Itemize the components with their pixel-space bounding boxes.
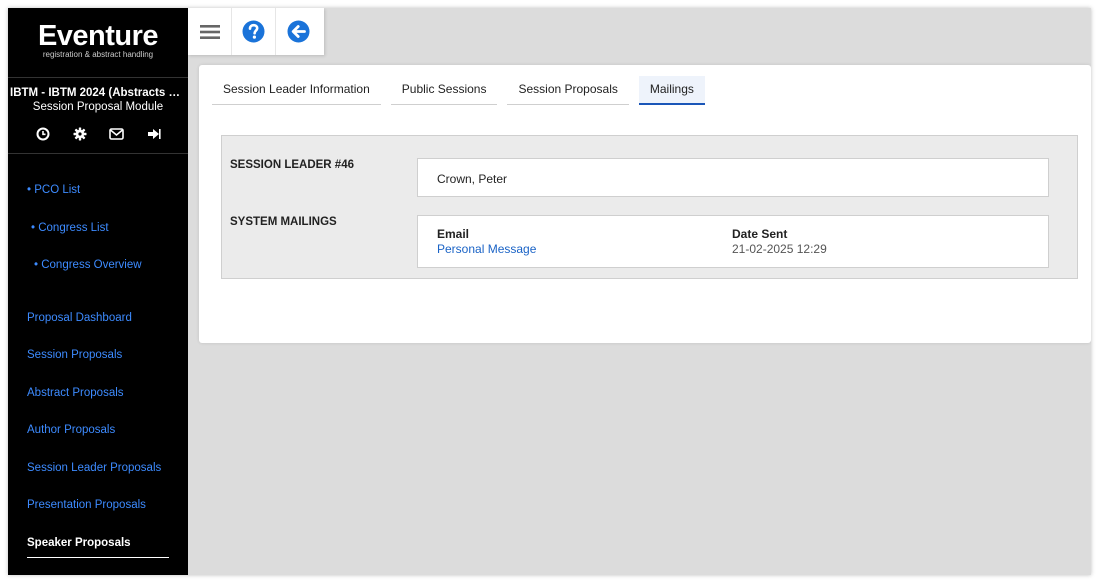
menu-icon xyxy=(199,24,220,39)
mailings-box: Email Personal Message Date Sent 21-02-2… xyxy=(417,215,1049,268)
tab-bar: Session Leader Information Public Sessio… xyxy=(212,76,715,105)
help-button[interactable] xyxy=(232,8,276,55)
system-mailings-label: SYSTEM MAILINGS xyxy=(230,216,337,228)
nav-presentation-proposals[interactable]: Presentation Proposals xyxy=(27,499,146,511)
nav-pco-list[interactable]: • PCO List xyxy=(27,184,80,196)
back-button[interactable] xyxy=(276,8,320,55)
date-sent-header: Date Sent xyxy=(732,227,788,241)
email-column: Email Personal Message xyxy=(437,227,536,256)
date-sent-value: 21-02-2025 12:29 xyxy=(732,242,827,256)
session-leader-label: SESSION LEADER #46 xyxy=(230,159,354,171)
nav-session-leader-proposals[interactable]: Session Leader Proposals xyxy=(27,462,161,474)
logo-tagline: registration & abstract handling xyxy=(42,50,154,59)
toolbar xyxy=(188,8,324,55)
email-link[interactable]: Personal Message xyxy=(437,242,536,256)
nav-congress-list[interactable]: • Congress List xyxy=(31,222,109,234)
gear-icon[interactable] xyxy=(72,127,87,142)
nav-session-proposals[interactable]: Session Proposals xyxy=(27,349,122,361)
logo: Eventure registration & abstract handlin… xyxy=(8,8,188,78)
envelope-icon[interactable] xyxy=(109,127,124,142)
tab-public-sessions[interactable]: Public Sessions xyxy=(390,76,498,105)
help-icon xyxy=(242,20,265,43)
nav-proposal-dashboard[interactable]: Proposal Dashboard xyxy=(27,312,132,324)
event-title: IBTM - IBTM 2024 (Abstracts & Par... xyxy=(10,87,188,99)
active-nav-underline xyxy=(27,557,169,558)
app-window: Eventure registration & abstract handlin… xyxy=(8,8,1091,575)
sidebar-icon-row xyxy=(8,125,188,143)
clock-icon[interactable] xyxy=(35,127,50,142)
logo-name: Eventure xyxy=(37,20,159,52)
sign-out-icon[interactable] xyxy=(146,127,161,142)
main-panel: Session Leader Information Public Sessio… xyxy=(199,65,1091,343)
date-sent-column: Date Sent 21-02-2025 12:29 xyxy=(732,227,827,256)
nav-speaker-proposals[interactable]: Speaker Proposals xyxy=(27,537,131,549)
sidebar-divider xyxy=(8,153,188,154)
tab-session-leader-information[interactable]: Session Leader Information xyxy=(212,76,381,105)
tab-mailings[interactable]: Mailings xyxy=(638,76,705,105)
back-arrow-icon xyxy=(287,20,309,43)
session-leader-box: Crown, Peter xyxy=(417,158,1049,197)
nav-congress-overview[interactable]: • Congress Overview xyxy=(34,259,142,271)
sidebar: Eventure registration & abstract handlin… xyxy=(8,8,188,575)
session-leader-name: Crown, Peter xyxy=(437,172,508,186)
nav-author-proposals[interactable]: Author Proposals xyxy=(27,424,115,436)
nav-abstract-proposals[interactable]: Abstract Proposals xyxy=(27,387,124,399)
module-title: Session Proposal Module xyxy=(32,101,164,113)
tab-session-proposals[interactable]: Session Proposals xyxy=(507,76,629,105)
menu-button[interactable] xyxy=(188,8,232,55)
email-header: Email xyxy=(437,227,470,241)
details-card: SESSION LEADER #46 Crown, Peter SYSTEM M… xyxy=(221,135,1078,279)
